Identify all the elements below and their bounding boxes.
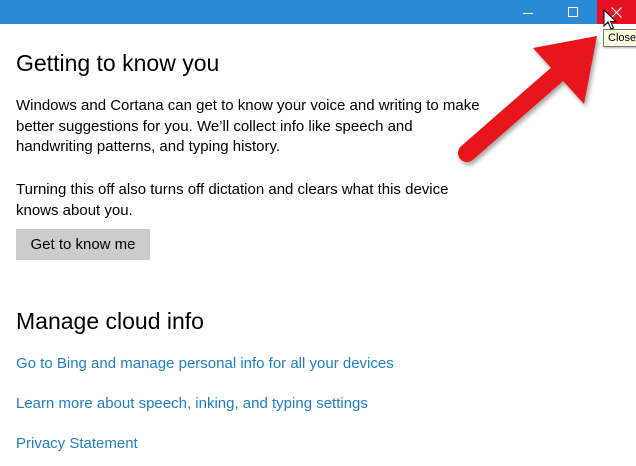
privacy-statement-link[interactable]: Privacy Statement — [16, 435, 138, 452]
close-tooltip: Close — [603, 29, 636, 47]
maximize-button[interactable] — [550, 0, 596, 24]
manage-cloud-info-heading: Manage cloud info — [16, 308, 204, 334]
mouse-cursor-icon — [603, 9, 617, 30]
bing-manage-info-link[interactable]: Go to Bing and manage personal info for … — [16, 355, 394, 372]
minimize-icon — [523, 12, 533, 14]
title-bar — [0, 0, 636, 24]
turn-off-description: Turning this off also turns off dictatio… — [16, 181, 449, 219]
getting-to-know-you-heading: Getting to know you — [16, 50, 220, 76]
know-you-description: Windows and Cortana can get to know your… — [16, 97, 480, 155]
maximize-icon — [568, 7, 578, 17]
minimize-button[interactable] — [506, 0, 550, 24]
learn-more-speech-link[interactable]: Learn more about speech, inking, and typ… — [16, 395, 368, 412]
get-to-know-me-button[interactable]: Get to know me — [16, 229, 150, 260]
